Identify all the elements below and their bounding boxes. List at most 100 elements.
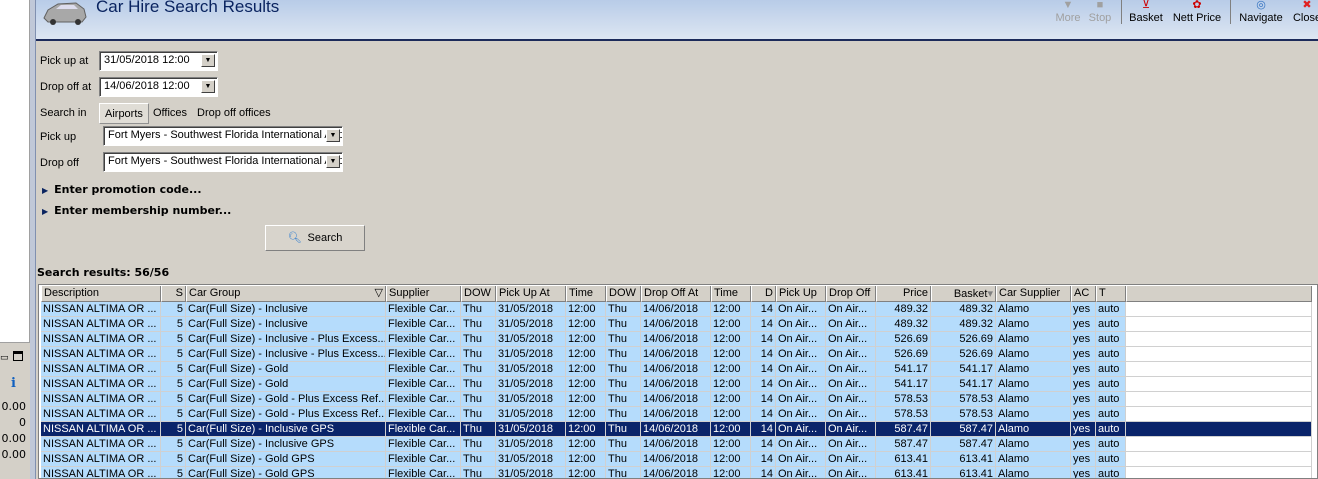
column-header[interactable]: DOW — [606, 286, 641, 302]
membership-number-expander[interactable]: ▶ Enter membership number... — [42, 204, 231, 217]
table-cell: NISSAN ALTIMA OR ... — [41, 332, 161, 347]
restore-icon[interactable] — [13, 351, 23, 361]
table-row[interactable]: NISSAN ALTIMA OR ... 5 Car(Full Size) - In… — [41, 317, 1312, 332]
table-cell: 31/05/2018 — [496, 452, 566, 467]
basket-icon: ⊻ — [1141, 0, 1151, 11]
column-header[interactable]: Drop Off — [826, 286, 876, 302]
table-row[interactable]: NISSAN ALTIMA OR ... 5 Car(Full Size) - Go… — [41, 362, 1312, 377]
table-cell: yes — [1071, 332, 1096, 347]
pickup-datetime-picker[interactable]: 31/05/2018 12:00 ▼ — [99, 51, 218, 71]
close-button[interactable]: ✖Close — [1292, 0, 1318, 30]
pickup-location-select[interactable]: Fort Myers - Southwest Florida Internati… — [103, 126, 343, 146]
column-header[interactable]: S — [161, 286, 186, 302]
column-header[interactable]: Pick Up — [776, 286, 826, 302]
chevron-down-icon[interactable]: ▼ — [201, 80, 215, 93]
column-header[interactable]: Time — [566, 286, 606, 302]
table-row[interactable]: NISSAN ALTIMA OR ... 5 Car(Full Size) - Go… — [41, 407, 1312, 422]
table-cell: Thu — [461, 317, 496, 332]
table-row[interactable]: NISSAN ALTIMA OR ... 5 Car(Full Size) - In… — [41, 302, 1312, 317]
table-cell: 14/06/2018 — [641, 467, 711, 478]
column-header[interactable]: Car Supplier — [996, 286, 1071, 302]
table-cell: Flexible Car... — [386, 437, 461, 452]
table-cell: Flexible Car... — [386, 392, 461, 407]
table-cell: Alamo — [996, 422, 1071, 437]
table-cell: NISSAN ALTIMA OR ... — [41, 407, 161, 422]
column-header[interactable]: T — [1096, 286, 1126, 302]
column-header[interactable]: DOW — [461, 286, 496, 302]
table-cell: 5 — [161, 452, 186, 467]
column-header[interactable]: Pick Up At — [496, 286, 566, 302]
table-cell: yes — [1071, 407, 1096, 422]
table-cell: Flexible Car... — [386, 362, 461, 377]
column-header[interactable]: Drop Off At — [641, 286, 711, 302]
table-cell: 578.53 — [931, 392, 996, 407]
column-header[interactable]: Supplier — [386, 286, 461, 302]
column-header[interactable]: Price — [876, 286, 931, 302]
info-icon[interactable]: i — [11, 376, 16, 391]
table-row[interactable]: NISSAN ALTIMA OR ... 5 Car(Full Size) - Go… — [41, 392, 1312, 407]
table-cell: Flexible Car... — [386, 302, 461, 317]
basket-button[interactable]: ⊻ Basket — [1128, 0, 1164, 30]
column-header[interactable]: Car Group ▽ — [186, 286, 386, 302]
column-header[interactable]: Basket▾ — [931, 286, 996, 302]
chevron-down-icon[interactable]: ▼ — [201, 54, 215, 67]
table-cell: On Air... — [826, 407, 876, 422]
dropoff-location-select[interactable]: Fort Myers - Southwest Florida Internati… — [103, 152, 343, 172]
promotion-code-expander[interactable]: ▶ Enter promotion code... — [42, 183, 202, 196]
nett-price-button[interactable]: ✿ Nett Price — [1171, 0, 1223, 30]
table-cell: 12:00 — [566, 377, 606, 392]
navigate-button[interactable]: ◎ Navigate — [1237, 0, 1285, 30]
table-row[interactable]: NISSAN ALTIMA OR ... 5 Car(Full Size) - In… — [41, 332, 1312, 347]
navigate-icon: ◎ — [1256, 0, 1266, 11]
minimize-icon[interactable]: ▭ — [0, 353, 9, 363]
table-cell: 14 — [751, 347, 776, 362]
table-header: Description S Car Group ▽ Supplier DOW Pick Up… — [41, 286, 1312, 302]
tab-offices[interactable]: Offices — [148, 103, 192, 124]
table-cell: On Air... — [776, 452, 826, 467]
table-row[interactable]: NISSAN ALTIMA OR ... 5 Car(Full Size) - Go… — [41, 377, 1312, 392]
table-cell: Alamo — [996, 467, 1071, 478]
tab-drop-off-offices[interactable]: Drop off offices — [192, 103, 276, 124]
table-cell: Alamo — [996, 407, 1071, 422]
table-row[interactable]: NISSAN ALTIMA OR ... 5 Car(Full Size) - Go… — [41, 452, 1312, 467]
table-cell: On Air... — [776, 407, 826, 422]
dropoff-datetime-picker[interactable]: 14/06/2018 12:00 ▼ — [99, 77, 218, 97]
stop-button[interactable]: ■ Stop — [1086, 0, 1114, 30]
table-cell: 14 — [751, 317, 776, 332]
chevron-down-icon[interactable]: ▼ — [326, 129, 340, 142]
table-cell: 526.69 — [931, 332, 996, 347]
search-button[interactable]: 🔍︎ Search — [265, 225, 365, 251]
table-cell: auto — [1096, 302, 1126, 317]
splitter[interactable] — [30, 0, 36, 479]
table-cell: auto — [1096, 392, 1126, 407]
table-cell-filler — [1126, 467, 1312, 478]
table-cell: Car(Full Size) - Inclusive — [186, 317, 386, 332]
table-cell: On Air... — [826, 467, 876, 478]
table-cell: NISSAN ALTIMA OR ... — [41, 392, 161, 407]
table-cell: 12:00 — [566, 332, 606, 347]
table-row[interactable]: NISSAN ALTIMA OR ... 5 Car(Full Size) - In… — [41, 347, 1312, 362]
table-cell: Alamo — [996, 347, 1071, 362]
chevron-down-icon[interactable]: ▼ — [326, 155, 340, 168]
table-cell: 5 — [161, 347, 186, 362]
column-header[interactable]: Description — [41, 286, 161, 302]
results-table[interactable]: Description S Car Group ▽ Supplier DOW Pick Up… — [38, 284, 1318, 479]
tab-airports[interactable]: Airports — [99, 103, 149, 124]
table-cell: Thu — [606, 362, 641, 377]
table-cell: NISSAN ALTIMA OR ... — [41, 467, 161, 478]
table-row[interactable]: NISSAN ALTIMA OR ... 5 Car(Full Size) - In… — [41, 437, 1312, 452]
filter-icon[interactable]: ▽ — [375, 286, 383, 299]
table-cell: 12:00 — [566, 302, 606, 317]
table-cell: Thu — [461, 332, 496, 347]
table-cell: On Air... — [826, 302, 876, 317]
table-cell: Alamo — [996, 317, 1071, 332]
table-cell: Thu — [461, 392, 496, 407]
table-row[interactable]: NISSAN ALTIMA OR ... 5 Car(Full Size) - In… — [41, 422, 1312, 437]
more-button[interactable]: ▼ More — [1053, 0, 1083, 30]
table-cell-filler — [1126, 332, 1312, 347]
table-row[interactable]: NISSAN ALTIMA OR ... 5 Car(Full Size) - Go… — [41, 467, 1312, 478]
column-header[interactable]: AC — [1071, 286, 1096, 302]
table-cell: Thu — [606, 467, 641, 478]
column-header[interactable]: Time — [711, 286, 751, 302]
column-header[interactable]: D — [751, 286, 776, 302]
